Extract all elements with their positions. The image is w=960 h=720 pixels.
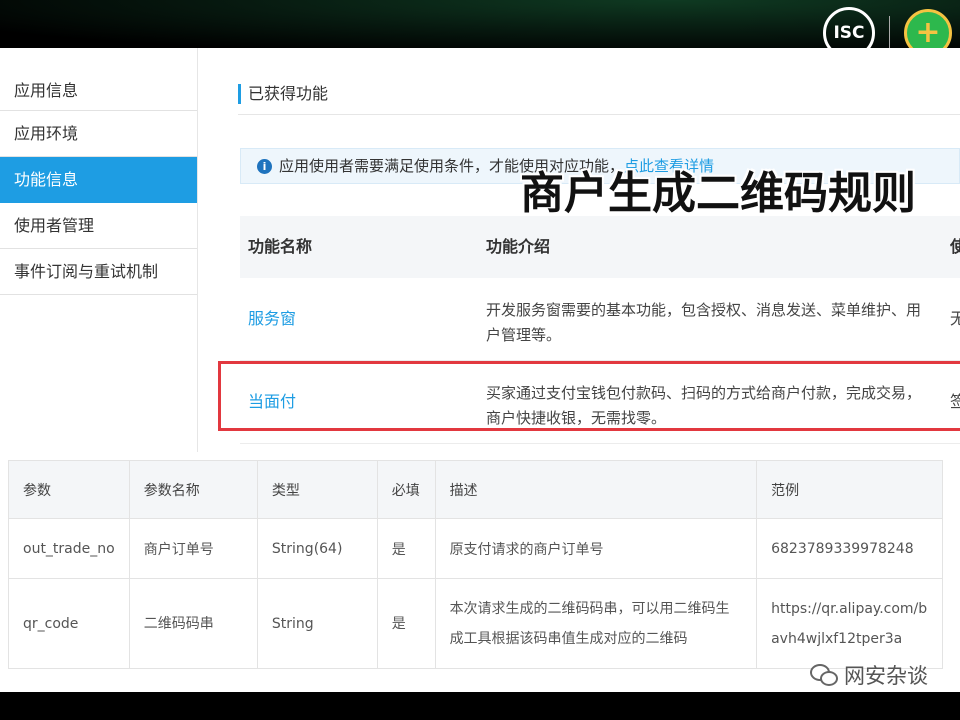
cell-required: 是 bbox=[376, 518, 436, 579]
section-divider bbox=[238, 114, 960, 115]
section-title: 已获得功能 bbox=[238, 84, 328, 104]
param-table-header: 参数 参数名称 类型 必填 描述 范例 bbox=[8, 460, 943, 519]
cell-description: 本次请求生成的二维码码串，可以用二维码生成工具根据该码串值生成对应的二维码 bbox=[434, 578, 758, 669]
col-feature-desc: 功能介绍 bbox=[486, 237, 551, 256]
param-table: 参数 参数名称 类型 必填 描述 范例 out_trade_no 商户订单号 S… bbox=[8, 460, 943, 669]
highlight-box bbox=[218, 361, 960, 431]
top-banner: ISC + bbox=[0, 0, 960, 59]
slide: ISC + 应用信息 应用环境 功能信息 使用者管理 事件订阅与重试机制 已获得… bbox=[0, 0, 960, 720]
header-description: 描述 bbox=[434, 460, 758, 519]
header-example: 范例 bbox=[756, 460, 943, 519]
watermark: 网安杂谈 bbox=[810, 660, 928, 690]
sidebar-item-app-env[interactable]: 应用环境 bbox=[0, 111, 197, 157]
cell-required: 是 bbox=[376, 578, 436, 669]
cell-param: out_trade_no bbox=[8, 518, 130, 579]
logo-divider bbox=[889, 16, 890, 50]
header-required: 必填 bbox=[376, 460, 436, 519]
cell-param: qr_code bbox=[8, 578, 130, 669]
col-feature-extra: 使 bbox=[950, 237, 960, 256]
bottom-bar bbox=[0, 692, 960, 720]
feature-link-service-window[interactable]: 服务窗 bbox=[248, 278, 296, 360]
feature-extra: 无 bbox=[950, 309, 960, 328]
sidebar-item-user-management[interactable]: 使用者管理 bbox=[0, 203, 197, 249]
param-panel: 参数 参数名称 类型 必填 描述 范例 out_trade_no 商户订单号 S… bbox=[0, 452, 960, 692]
sidebar-item-event-subscription[interactable]: 事件订阅与重试机制 bbox=[0, 249, 197, 295]
feature-row: 服务窗 开发服务窗需要的基本功能，包含授权、消息发送、菜单维护、用户管理等。 无 bbox=[240, 278, 960, 361]
header-type: 类型 bbox=[256, 460, 378, 519]
overlay-title: 商户生成二维码规则 bbox=[520, 168, 916, 219]
watermark-text: 网安杂谈 bbox=[844, 664, 928, 688]
sidebar: 应用信息 应用环境 功能信息 使用者管理 事件订阅与重试机制 bbox=[0, 48, 198, 452]
header-param: 参数 bbox=[8, 460, 130, 519]
cell-param-name: 二维码码串 bbox=[128, 578, 258, 669]
cell-description: 原支付请求的商户订单号 bbox=[434, 518, 758, 579]
cell-type: String(64) bbox=[256, 518, 378, 579]
table-row: qr_code 二维码码串 String 是 本次请求生成的二维码码串，可以用二… bbox=[8, 578, 943, 669]
feature-table-header: 功能名称 功能介绍 使 bbox=[240, 216, 960, 278]
table-row: out_trade_no 商户订单号 String(64) 是 原支付请求的商户… bbox=[8, 518, 943, 579]
cell-example: https://qr.alipay.com/bavh4wjlxf12tper3a bbox=[756, 578, 943, 669]
sidebar-item-feature-info[interactable]: 功能信息 bbox=[0, 157, 197, 203]
info-icon: i bbox=[257, 159, 272, 174]
cell-param-name: 商户订单号 bbox=[128, 518, 258, 579]
wechat-icon bbox=[810, 664, 838, 686]
console-screenshot: 应用信息 应用环境 功能信息 使用者管理 事件订阅与重试机制 已获得功能 i 应… bbox=[0, 48, 960, 452]
cell-type: String bbox=[256, 578, 378, 669]
logo-group: ISC + bbox=[823, 7, 952, 59]
feature-desc: 开发服务窗需要的基本功能，包含授权、消息发送、菜单维护、用户管理等。 bbox=[486, 301, 922, 344]
cell-example: 6823789339978248 bbox=[756, 518, 943, 579]
header-param-name: 参数名称 bbox=[128, 460, 258, 519]
col-feature-name: 功能名称 bbox=[248, 237, 313, 256]
sidebar-item-app-info[interactable]: 应用信息 bbox=[0, 72, 197, 111]
